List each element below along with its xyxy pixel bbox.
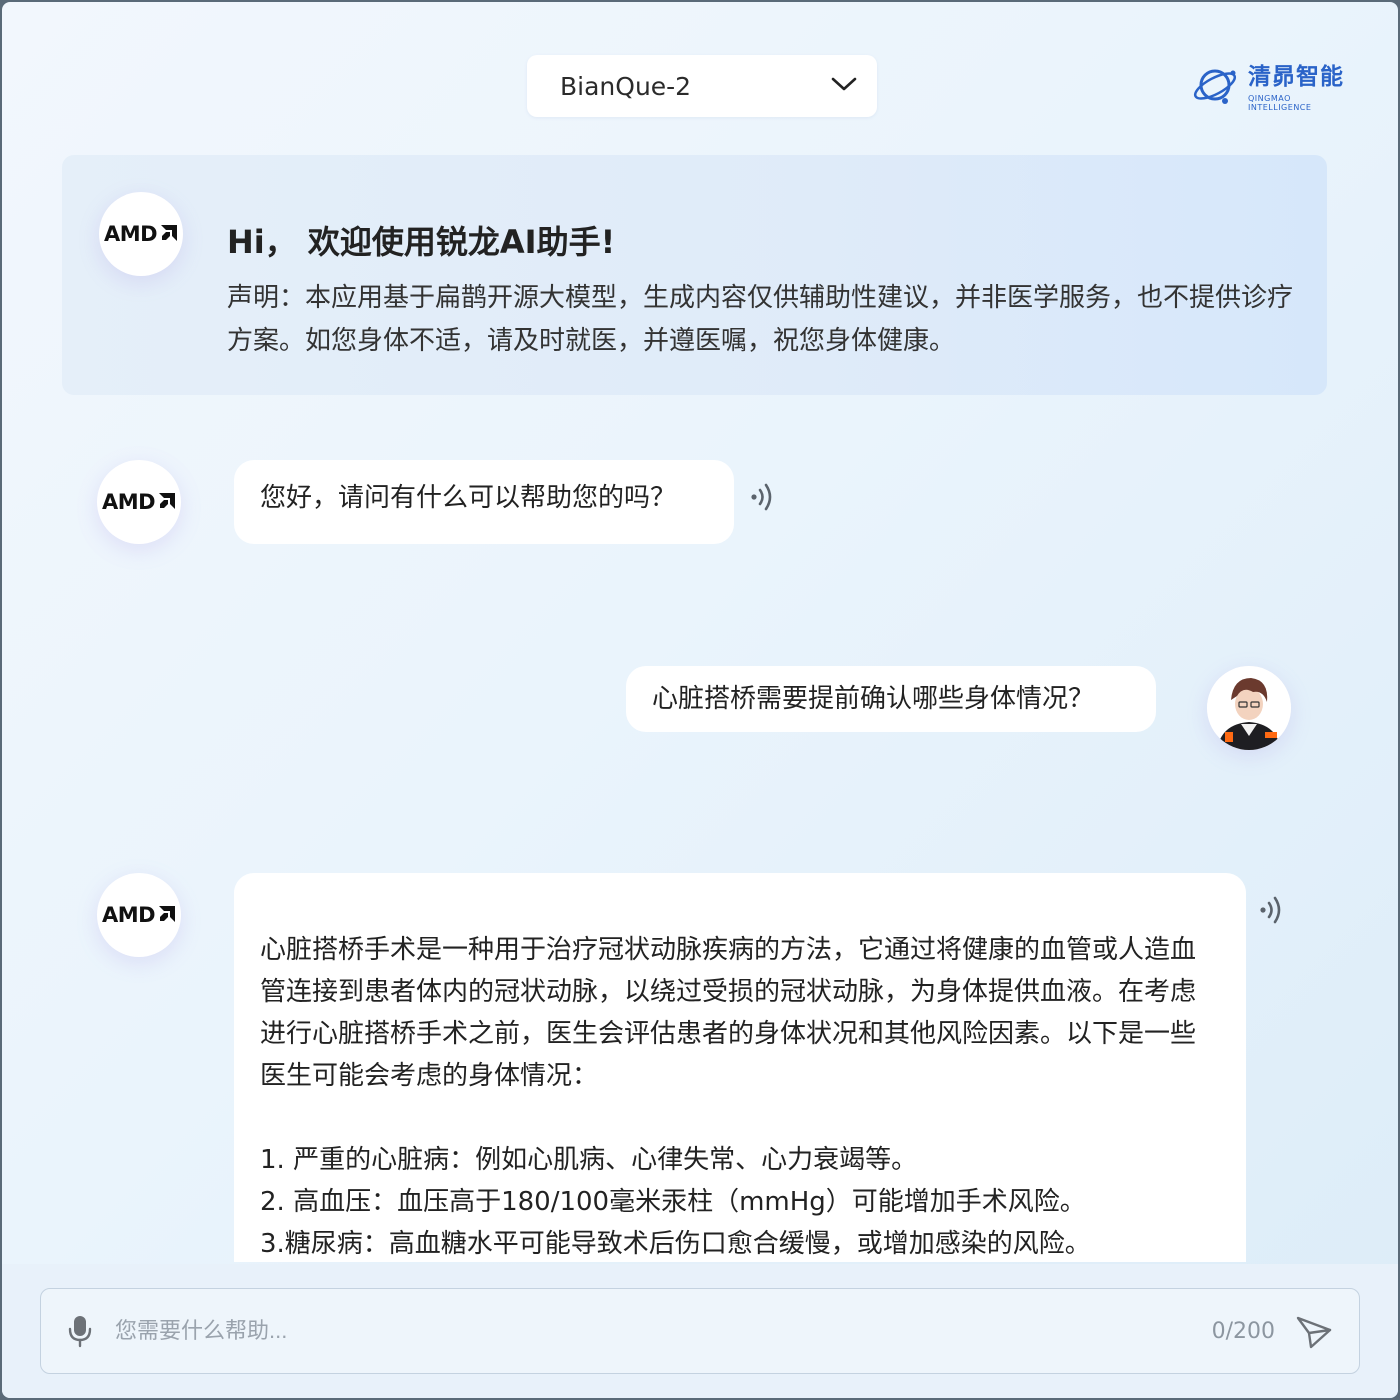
welcome-title: Hi， 欢迎使用锐龙AI助手! xyxy=(227,223,616,261)
user-portrait-icon xyxy=(1207,666,1291,750)
composer: 0/200 xyxy=(2,1264,1398,1398)
user-message: 心脏搭桥需要提前确认哪些身体情况？ xyxy=(626,666,1156,732)
assistant-message: 您好，请问有什么可以帮助您的吗？ xyxy=(234,460,734,544)
amd-arrow-icon xyxy=(159,906,176,922)
chat-area: BianQue-2 清昴智能 QINGMAO INTELLIGENCE AMD … xyxy=(2,2,1398,1262)
answer-paragraph: 心脏搭桥手术是一种用于治疗冠状动脉疾病的方法，它通过将健康的血管或人造血管连接到… xyxy=(260,935,1197,1091)
answer-list-item: 3.糖尿病：高血糖水平可能导致术后伤口愈合缓慢，或增加感染的风险。 xyxy=(260,1229,1091,1259)
amd-arrow-icon xyxy=(161,225,178,241)
amd-logo-text: AMD xyxy=(101,903,156,927)
send-icon[interactable] xyxy=(1295,1312,1333,1350)
brand-logo: 清昴智能 QINGMAO INTELLIGENCE xyxy=(1192,64,1352,112)
app-window: BianQue-2 清昴智能 QINGMAO INTELLIGENCE AMD … xyxy=(2,2,1398,1398)
planet-logo-icon xyxy=(1192,63,1240,113)
amd-arrow-icon xyxy=(159,493,176,509)
message-input[interactable] xyxy=(115,1318,1212,1344)
assistant-message: 心脏搭桥手术是一种用于治疗冠状动脉疾病的方法，它通过将健康的血管或人造血管连接到… xyxy=(234,873,1246,1262)
logo-name-cn: 清昴智能 xyxy=(1248,64,1344,90)
assistant-avatar: AMD xyxy=(97,460,181,544)
char-counter: 0/200 xyxy=(1211,1318,1275,1344)
speaker-icon[interactable] xyxy=(750,480,778,518)
message-text: 心脏搭桥需要提前确认哪些身体情况？ xyxy=(652,684,1095,714)
logo-name-en: QINGMAO INTELLIGENCE xyxy=(1248,94,1312,112)
message-text: 您好，请问有什么可以帮助您的吗？ xyxy=(260,483,677,513)
input-box: 0/200 xyxy=(40,1288,1360,1374)
microphone-icon[interactable] xyxy=(67,1314,93,1348)
assistant-avatar: AMD xyxy=(97,873,181,957)
disclaimer-text: 声明：本应用基于扁鹊开源大模型，生成内容仅供辅助性建议，并非医学服务，也不提供诊… xyxy=(227,283,1294,356)
model-selector[interactable]: BianQue-2 xyxy=(527,55,877,117)
assistant-avatar: AMD xyxy=(99,192,183,276)
welcome-card: AMD Hi， 欢迎使用锐龙AI助手! 声明：本应用基于扁鹊开源大模型，生成内容… xyxy=(62,155,1327,395)
answer-list-item: 1. 严重的心脏病：例如心肌病、心律失常、心力衰竭等。 xyxy=(260,1145,918,1175)
answer-list-item: 2. 高血压：血压高于180/100毫米汞柱（mmHg）可能增加手术风险。 xyxy=(260,1187,1086,1217)
chevron-down-icon xyxy=(831,76,857,96)
amd-logo-text: AMD xyxy=(101,490,156,514)
user-avatar xyxy=(1207,666,1291,750)
amd-logo-text: AMD xyxy=(103,222,158,246)
model-selector-value: BianQue-2 xyxy=(560,71,692,101)
speaker-icon[interactable] xyxy=(1259,893,1287,931)
